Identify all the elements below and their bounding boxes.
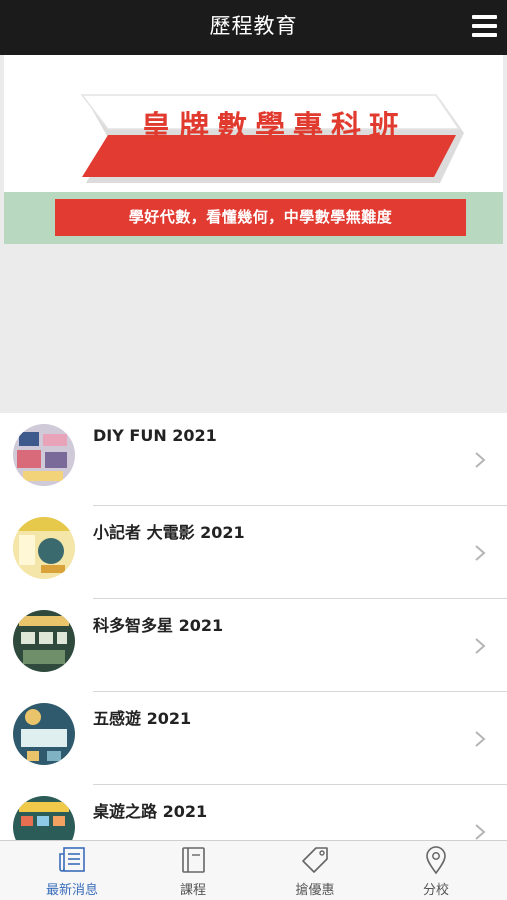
chevron-right-icon [475, 545, 486, 561]
item-title: 小記者 大電影 2021 [93, 523, 245, 542]
tab-news[interactable]: 最新消息 [11, 841, 133, 900]
page-title: 歷程教育 [209, 14, 298, 38]
thumbnail-image [13, 796, 75, 841]
promo-banner[interactable]: 皇牌數學專科班 學好代數，看懂幾何，中學數學無難度 [4, 55, 503, 244]
bottom-tab-bar: 最新消息 課程 搶優惠 分校 [0, 840, 507, 900]
tab-courses[interactable]: 課程 [132, 841, 254, 900]
thumbnail-image [13, 424, 75, 486]
tag-icon [302, 847, 328, 873]
tab-label: 課程 [179, 883, 206, 898]
list-item[interactable]: 小記者 大電影 2021 [0, 506, 507, 599]
chevron-right-icon [475, 731, 486, 747]
chevron-right-icon [475, 638, 486, 654]
item-title: 科多智多星 2021 [93, 616, 224, 635]
location-pin-icon [426, 846, 446, 875]
banner-title: 皇牌數學專科班 [141, 110, 407, 145]
list-item[interactable]: 桌遊之路 2021 [0, 785, 507, 841]
item-title: 五感遊 2021 [93, 709, 192, 728]
tab-deals[interactable]: 搶優惠 [254, 841, 376, 900]
list-item[interactable]: 五感遊 2021 [0, 692, 507, 785]
hamburger-menu-icon[interactable] [472, 15, 497, 37]
tab-label: 分校 [422, 883, 449, 898]
list-item[interactable]: 科多智多星 2021 [0, 599, 507, 692]
banner-spacer [0, 244, 507, 413]
news-list: DIY FUN 2021 小記者 大電影 2021 科多智多星 2021 五感遊… [0, 413, 507, 841]
banner-subtitle: 學好代數，看懂幾何，中學數學無難度 [55, 199, 466, 236]
tab-label: 搶優惠 [295, 883, 335, 898]
chevron-right-icon [475, 824, 486, 840]
thumbnail-image [13, 610, 75, 672]
app-header: 歷程教育 [0, 0, 507, 55]
item-title: DIY FUN 2021 [93, 426, 217, 445]
item-title: 桌遊之路 2021 [93, 802, 208, 821]
thumbnail-image [13, 517, 75, 579]
book-icon [182, 847, 205, 873]
tab-branches[interactable]: 分校 [375, 841, 497, 900]
thumbnail-image [13, 703, 75, 765]
list-item[interactable]: DIY FUN 2021 [0, 413, 507, 506]
tab-label: 最新消息 [45, 883, 98, 898]
news-icon [59, 847, 85, 872]
chevron-right-icon [475, 452, 486, 468]
